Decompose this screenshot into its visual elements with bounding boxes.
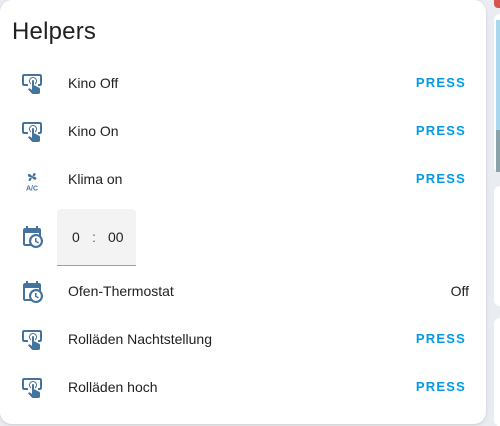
adjacent-card-edge: [494, 186, 500, 306]
time-input[interactable]: 0 : 00: [57, 209, 136, 266]
press-button[interactable]: PRESS: [416, 75, 466, 90]
calendar-clock-icon: [23, 226, 43, 248]
entity-label: Kino On: [68, 123, 119, 139]
press-button[interactable]: PRESS: [416, 331, 466, 346]
entity-row-ofen-thermostat[interactable]: Ofen-Thermostat Off: [0, 272, 486, 312]
time-separator: :: [92, 229, 96, 245]
gesture-tap-button-icon: [22, 330, 42, 350]
minutes-field[interactable]: 00: [108, 229, 124, 245]
entity-row-time: 0 : 00: [0, 209, 486, 266]
air-conditioner-icon: A/C: [26, 173, 38, 193]
entity-label: Ofen-Thermostat: [68, 283, 174, 299]
adjacent-card-edge: [494, 0, 500, 8]
entity-state: Off: [450, 283, 469, 299]
hours-field[interactable]: 0: [72, 229, 80, 245]
entity-row-klima-on[interactable]: A/C Klima on PRESS: [0, 160, 486, 200]
gesture-tap-button-icon: [22, 122, 42, 142]
adjacent-cards-edge: [494, 0, 500, 426]
entity-row-rollaeden-nachtstellung[interactable]: Rolläden Nachtstellung PRESS: [0, 320, 486, 360]
adjacent-card-edge: [494, 318, 500, 426]
press-button[interactable]: PRESS: [416, 123, 466, 138]
entity-label: Rolläden hoch: [68, 379, 158, 395]
gesture-tap-button-icon: [22, 378, 42, 398]
press-button[interactable]: PRESS: [416, 379, 466, 394]
gesture-tap-button-icon: [22, 74, 42, 94]
entity-label: Kino Off: [68, 75, 119, 91]
entity-label: Klima on: [68, 171, 123, 187]
adjacent-card-image-edge: [496, 130, 500, 172]
entity-label: Rolläden Nachtstellung: [68, 331, 212, 347]
entity-row-kino-off[interactable]: Kino Off PRESS: [0, 64, 486, 104]
helpers-card: Helpers Kino Off PRESS Kino On PRESS A/C…: [0, 0, 486, 424]
press-button[interactable]: PRESS: [416, 171, 466, 186]
card-title: Helpers: [12, 18, 97, 45]
entity-row-rollaeden-hoch[interactable]: Rolläden hoch PRESS: [0, 368, 486, 408]
svg-text:A/C: A/C: [26, 186, 38, 193]
calendar-clock-icon: [23, 281, 43, 303]
entity-row-kino-on[interactable]: Kino On PRESS: [0, 112, 486, 152]
